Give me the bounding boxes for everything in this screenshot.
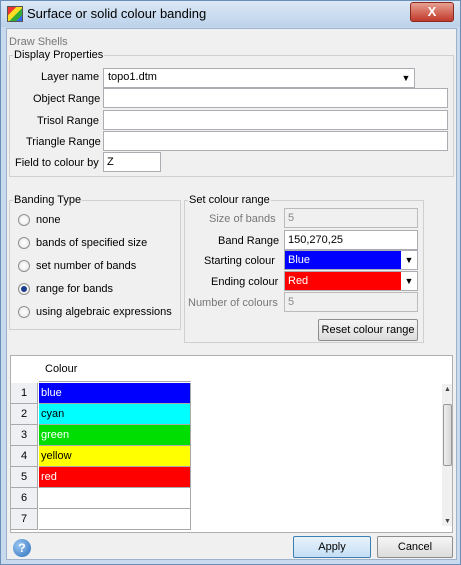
radio-range-for-bands[interactable] (18, 283, 30, 295)
ending-colour-label: Ending colour (211, 276, 279, 288)
title-bar: Surface or solid colour banding X (1, 1, 460, 27)
apply-button[interactable]: Apply (293, 536, 371, 558)
row-number[interactable]: 1 (11, 383, 38, 404)
colour-cell[interactable]: yellow (39, 446, 191, 467)
banding-option-label: using algebraic expressions (36, 306, 172, 318)
size-of-bands-label: Size of bands (209, 213, 276, 225)
banding-option-label: range for bands (36, 283, 114, 295)
scroll-down-icon[interactable]: ▼ (444, 518, 451, 525)
object-range-input[interactable] (103, 88, 448, 108)
cancel-button[interactable]: Cancel (377, 536, 453, 558)
banding-option-label: none (36, 214, 61, 226)
app-icon (7, 6, 23, 22)
colour-cell[interactable] (39, 488, 191, 509)
colour-table: Colour 1 blue 2 cyan 3 green 4 yellow 5 red 6 7 ▲ ▼ (10, 355, 453, 533)
object-range-label: Object Range (33, 93, 101, 105)
chevron-down-icon: ▼ (404, 255, 414, 265)
radio-algebraic[interactable] (18, 306, 30, 318)
colour-cell[interactable]: green (39, 425, 191, 446)
row-number[interactable]: 6 (11, 488, 38, 509)
window-title: Surface or solid colour banding (27, 6, 207, 21)
scroll-up-icon[interactable]: ▲ (444, 386, 451, 393)
close-button[interactable]: X (410, 2, 454, 22)
layer-name-label: Layer name (41, 71, 100, 83)
field-to-colour-label: Field to colour by (15, 157, 99, 169)
triangle-range-label: Triangle Range (26, 136, 101, 148)
trisol-range-label: Trisol Range (37, 115, 99, 127)
colour-cell[interactable]: blue (39, 383, 191, 404)
row-number[interactable]: 7 (11, 509, 38, 530)
banding-type-legend: Banding Type (13, 194, 83, 206)
colour-cell[interactable]: cyan (39, 404, 191, 425)
chevron-down-icon: ▼ (401, 73, 411, 83)
ending-colour-select[interactable]: Red ▼ (284, 271, 418, 291)
layer-name-select[interactable]: topo1.dtm ▼ (103, 68, 415, 88)
row-number[interactable]: 5 (11, 467, 38, 488)
radio-none[interactable] (18, 214, 30, 226)
field-to-colour-input[interactable]: Z (103, 152, 161, 172)
colour-column-header[interactable]: Colour (39, 356, 191, 382)
row-number[interactable]: 2 (11, 404, 38, 425)
dialog-body: Draw Shells Display Properties Layer nam… (6, 28, 457, 560)
radio-number-of-bands[interactable] (18, 260, 30, 272)
reset-colour-range-button[interactable]: Reset colour range (318, 319, 418, 341)
size-of-bands-input: 5 (284, 208, 418, 228)
number-of-colours-input: 5 (284, 292, 418, 312)
table-corner (11, 356, 38, 382)
row-number[interactable]: 4 (11, 446, 38, 467)
starting-colour-label: Starting colour (204, 255, 275, 267)
triangle-range-input[interactable] (103, 131, 448, 151)
starting-colour-value: Blue (285, 251, 401, 269)
banding-option-label: set number of bands (36, 260, 137, 272)
chevron-down-icon: ▼ (404, 276, 414, 286)
display-properties-legend: Display Properties (13, 49, 105, 61)
starting-colour-select[interactable]: Blue ▼ (284, 250, 418, 270)
radio-specified-size[interactable] (18, 237, 30, 249)
draw-shells-label: Draw Shells (9, 36, 68, 48)
colour-range-legend: Set colour range (188, 194, 271, 206)
band-range-input[interactable]: 150,270,25 (284, 230, 418, 250)
scrollbar-thumb[interactable] (443, 404, 452, 466)
colour-cell[interactable] (39, 509, 191, 530)
row-number[interactable]: 3 (11, 425, 38, 446)
number-of-colours-label: Number of colours (188, 297, 278, 309)
dialog-window: Surface or solid colour banding X Draw S… (0, 0, 461, 565)
vertical-scrollbar[interactable]: ▲ ▼ (442, 384, 452, 526)
help-icon[interactable]: ? (13, 539, 31, 557)
ending-colour-value: Red (285, 272, 401, 290)
colour-cell[interactable]: red (39, 467, 191, 488)
trisol-range-input[interactable] (103, 110, 448, 130)
band-range-label: Band Range (218, 235, 280, 247)
layer-name-value: topo1.dtm (108, 71, 157, 83)
banding-option-label: bands of specified size (36, 237, 148, 249)
